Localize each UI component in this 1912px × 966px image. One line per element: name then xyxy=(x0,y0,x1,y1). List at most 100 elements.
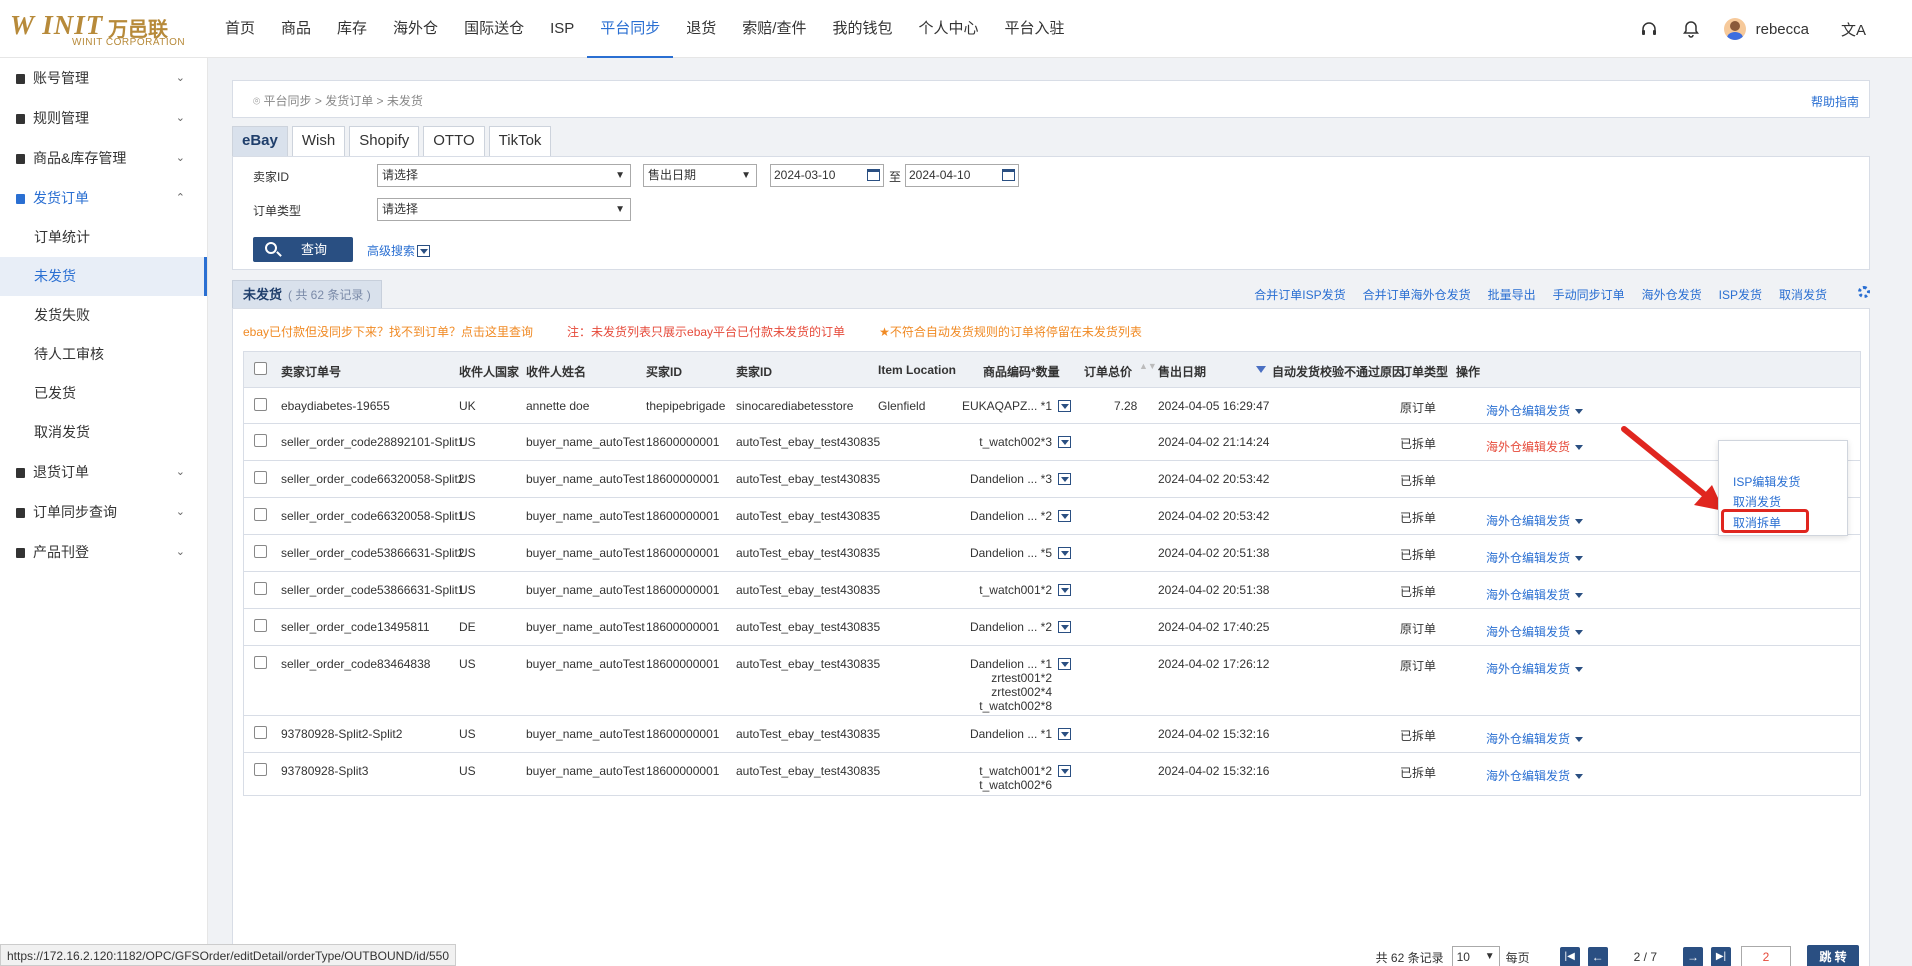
nav-item-7[interactable]: 退货 xyxy=(673,0,729,58)
avatar[interactable] xyxy=(1723,18,1746,40)
settings-gear-icon[interactable] xyxy=(1841,286,1870,303)
tab-2[interactable]: Shopify xyxy=(349,126,420,156)
order-type-select[interactable]: 请选择 ▼ xyxy=(377,198,631,221)
row-checkbox[interactable] xyxy=(254,656,267,669)
edit-ship-dropdown[interactable]: 海外仓编辑发货 xyxy=(1486,586,1584,603)
sku-dropdown-icon[interactable] xyxy=(1058,584,1071,596)
nav-item-1[interactable]: 商品 xyxy=(268,0,324,58)
sku-dropdown-icon[interactable] xyxy=(1058,473,1071,485)
page-number-input[interactable]: 2 xyxy=(1741,946,1791,966)
nav-item-6[interactable]: 平台同步 xyxy=(587,0,674,58)
prev-page-icon[interactable]: ← xyxy=(1587,947,1608,966)
menu-cancel-ship[interactable]: 取消发货 xyxy=(1733,493,1781,510)
advanced-search-link[interactable]: 高级搜索 xyxy=(367,242,431,259)
sidebar-item-4[interactable]: 已发货 xyxy=(0,374,207,413)
date-type-select[interactable]: 售出日期 ▼ xyxy=(643,164,757,187)
action-link-2[interactable]: 批量导出 xyxy=(1488,286,1536,303)
sidebar-group-top2[interactable]: 商品&库存管理 ⌄ xyxy=(0,138,207,178)
edit-ship-dropdown[interactable]: 海外仓编辑发货 xyxy=(1486,730,1584,747)
sidebar-item-2[interactable]: 发货失败 xyxy=(0,296,207,335)
edit-ship-dropdown[interactable]: 海外仓编辑发货 xyxy=(1486,660,1584,677)
sku-dropdown-icon[interactable] xyxy=(1058,765,1071,777)
jump-button[interactable]: 跳 转 xyxy=(1807,945,1859,966)
action-link-3[interactable]: 手动同步订单 xyxy=(1553,286,1625,303)
page-size-select[interactable]: 10 ▼ xyxy=(1451,946,1500,966)
action-link-4[interactable]: 海外仓发货 xyxy=(1642,286,1702,303)
nav-item-11[interactable]: 平台入驻 xyxy=(992,0,1078,58)
edit-ship-dropdown[interactable]: 海外仓编辑发货 xyxy=(1486,438,1584,455)
calendar-icon[interactable] xyxy=(1002,169,1015,181)
sidebar-item-0[interactable]: 订单统计 xyxy=(0,218,207,257)
sidebar-group-bottom2[interactable]: 产品刊登 ⌄ xyxy=(0,532,207,572)
next-page-icon[interactable]: → xyxy=(1683,947,1703,966)
action-link-6[interactable]: 取消发货 xyxy=(1779,286,1827,303)
action-link-5[interactable]: ISP发货 xyxy=(1719,286,1762,303)
row-checkbox[interactable] xyxy=(254,582,267,595)
row-checkbox[interactable] xyxy=(254,763,267,776)
row-checkbox[interactable] xyxy=(254,619,267,632)
bell-icon[interactable] xyxy=(1682,20,1700,38)
sidebar-group-bottom1[interactable]: 订单同步查询 ⌄ xyxy=(0,492,207,532)
sku-dropdown-icon[interactable] xyxy=(1058,621,1071,633)
tab-1[interactable]: Wish xyxy=(291,126,346,156)
tab-3[interactable]: OTTO xyxy=(423,126,485,156)
nav-item-9[interactable]: 我的钱包 xyxy=(819,0,905,58)
row-checkbox[interactable] xyxy=(254,398,267,411)
sku-dropdown-icon[interactable] xyxy=(1058,436,1071,448)
sidebar-item-3[interactable]: 待人工审核 xyxy=(0,335,207,374)
sku-dropdown-icon[interactable] xyxy=(1058,400,1071,412)
sidebar-group-open0[interactable]: 发货订单 ⌃ xyxy=(0,178,207,218)
tab-4[interactable]: TikTok xyxy=(488,126,552,156)
row-checkbox[interactable] xyxy=(254,434,267,447)
last-page-icon[interactable]: ▶| xyxy=(1711,947,1731,966)
column-header-7[interactable]: 订单总价 xyxy=(1084,363,1132,380)
nav-item-5[interactable]: ISP xyxy=(537,0,587,58)
seller-id-select[interactable]: 请选择 ▼ xyxy=(377,164,631,187)
sort-icon[interactable]: ▲▼ xyxy=(1139,361,1157,371)
tab-0[interactable]: eBay xyxy=(232,126,288,156)
sku-dropdown-icon[interactable] xyxy=(1058,728,1071,740)
nav-item-4[interactable]: 国际送仓 xyxy=(451,0,537,58)
sidebar-item-5[interactable]: 取消发货 xyxy=(0,413,207,452)
column-header-8[interactable]: 售出日期 xyxy=(1158,363,1206,380)
sku-dropdown-icon[interactable] xyxy=(1058,510,1071,522)
nav-item-2[interactable]: 库存 xyxy=(324,0,380,58)
sort-desc-icon[interactable] xyxy=(1256,366,1266,373)
sku-dropdown-icon[interactable] xyxy=(1058,547,1071,559)
nav-item-0[interactable]: 首页 xyxy=(212,0,268,58)
row-checkbox[interactable] xyxy=(254,471,267,484)
sidebar-item-1[interactable]: 未发货 xyxy=(0,257,207,296)
edit-ship-dropdown[interactable]: 海外仓编辑发货 xyxy=(1486,623,1584,640)
brand-logo[interactable]: W INIT 万邑联 WINIT CORPORATION xyxy=(10,10,190,48)
headset-icon[interactable] xyxy=(1640,20,1658,38)
action-link-0[interactable]: 合并订单ISP发货 xyxy=(1254,286,1345,303)
sidebar-group-bottom0[interactable]: 退货订单 ⌄ xyxy=(0,452,207,492)
edit-ship-dropdown[interactable]: 海外仓编辑发货 xyxy=(1486,767,1584,784)
edit-ship-dropdown[interactable]: 海外仓编辑发货 xyxy=(1486,549,1584,566)
sidebar-group-top0[interactable]: 账号管理 ⌄ xyxy=(0,58,207,98)
row-checkbox[interactable] xyxy=(254,545,267,558)
date-from-input[interactable]: 2024-03-10 xyxy=(770,164,884,187)
row-checkbox[interactable] xyxy=(254,726,267,739)
cell-seller: autoTest_ebay_test430835 xyxy=(736,546,881,560)
query-button[interactable]: 查询 xyxy=(253,237,353,262)
missing-order-link[interactable]: ebay已付款但没同步下来？找不到订单？点击这里查询 xyxy=(243,323,533,340)
translate-icon[interactable]: 文A xyxy=(1841,19,1866,40)
calendar-icon[interactable] xyxy=(867,169,880,181)
menu-isp-edit-ship[interactable]: ISP编辑发货 xyxy=(1733,473,1800,490)
help-guide-link[interactable]: 帮助指南 xyxy=(1811,93,1859,110)
sku-dropdown-icon[interactable] xyxy=(1058,658,1071,670)
sidebar-group-top1[interactable]: 规则管理 ⌄ xyxy=(0,98,207,138)
first-page-icon[interactable]: |◀ xyxy=(1559,947,1580,966)
nav-item-3[interactable]: 海外仓 xyxy=(380,0,451,58)
select-all-checkbox[interactable] xyxy=(254,362,267,375)
menu-cancel-split[interactable]: 取消拆单 xyxy=(1733,514,1781,531)
nav-item-10[interactable]: 个人中心 xyxy=(905,0,991,58)
date-to-input[interactable]: 2024-04-10 xyxy=(905,164,1019,187)
row-checkbox[interactable] xyxy=(254,508,267,521)
nav-item-8[interactable]: 索赔/查件 xyxy=(729,0,819,58)
edit-ship-dropdown[interactable]: 海外仓编辑发货 xyxy=(1486,402,1584,419)
edit-ship-dropdown[interactable]: 海外仓编辑发货 xyxy=(1486,512,1584,529)
action-link-1[interactable]: 合并订单海外仓发货 xyxy=(1363,286,1471,303)
user-name[interactable]: rebecca xyxy=(1756,21,1809,38)
